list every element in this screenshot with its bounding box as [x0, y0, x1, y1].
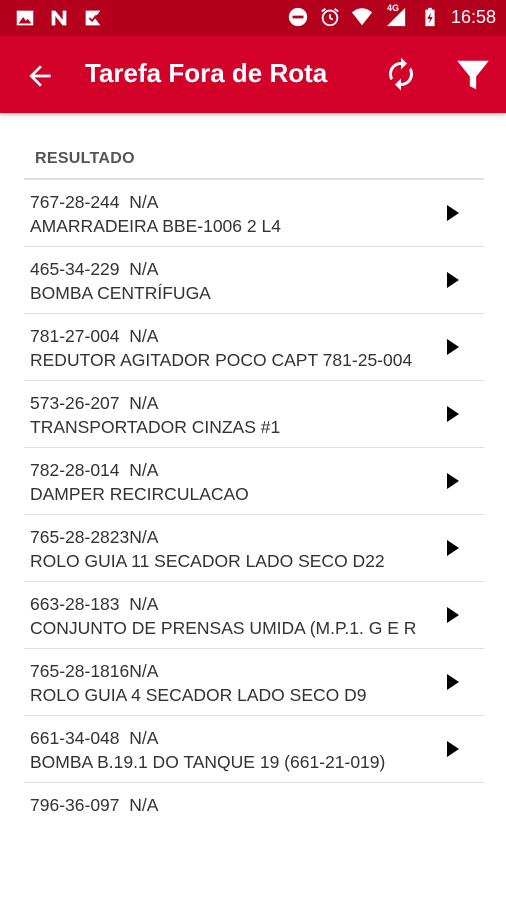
item-code: 782-28-014 N/A: [30, 460, 159, 480]
play-arrow-icon[interactable]: [446, 606, 460, 624]
list-item[interactable]: 765-28-2823N/A ROLO GUIA 11 SECADOR LADO…: [24, 515, 484, 582]
item-code: 573-26-207 N/A: [30, 393, 159, 413]
app-bar: Tarefa Fora de Rota: [0, 36, 506, 113]
item-description: ROLO GUIA 4 SECADOR LADO SECO D9: [30, 685, 367, 705]
wifi-icon: [351, 8, 373, 26]
item-description: AMARRADEIRA BBE-1006 2 L4: [30, 216, 281, 236]
cell-signal: 4G: [383, 3, 409, 28]
play-arrow-icon[interactable]: [446, 204, 460, 222]
clock-time: 16:58: [450, 6, 496, 27]
item-code: 796-36-097 N/A: [30, 795, 159, 815]
play-arrow-icon[interactable]: [446, 338, 460, 356]
cell-signal-icon: [386, 7, 406, 27]
play-arrow-icon[interactable]: [446, 271, 460, 289]
item-code: 765-28-2823N/A: [30, 527, 159, 547]
image-notification-icon: [16, 10, 34, 26]
play-arrow-icon[interactable]: [446, 673, 460, 691]
list-item[interactable]: 781-27-004 N/A REDUTOR AGITADOR POCO CAP…: [24, 314, 484, 381]
item-code: 767-28-244 N/A: [30, 192, 159, 212]
item-description: TRANSPORTADOR CINZAS #1: [30, 417, 281, 437]
filter-icon[interactable]: [453, 56, 493, 94]
item-code: 765-28-1816N/A: [30, 661, 159, 681]
item-description: BOMBA CENTRÍFUGA: [30, 283, 211, 303]
list-item[interactable]: 767-28-244 N/A AMARRADEIRA BBE-1006 2 L4: [24, 180, 484, 247]
list-item[interactable]: 663-28-183 N/A CONJUNTO DE PRENSAS UMIDA…: [24, 582, 484, 649]
list-item[interactable]: 765-28-1816N/A ROLO GUIA 4 SECADOR LADO …: [24, 649, 484, 716]
item-description: BOMBA B.19.1 DO TANQUE 19 (661-21-019): [30, 752, 386, 772]
item-code: 663-28-183 N/A: [30, 594, 159, 614]
item-description: ROLO GUIA 11 SECADOR LADO SECO D22: [30, 551, 385, 571]
item-description: DAMPER RECIRCULACAO: [30, 484, 249, 504]
item-code: 781-27-004 N/A: [30, 326, 159, 346]
task-notification-icon: [85, 10, 101, 26]
item-description: CONJUNTO DE PRENSAS UMIDA (M.P.1. G E R: [30, 618, 417, 638]
item-code: 661-34-048 N/A: [30, 728, 159, 748]
list-item[interactable]: 465-34-229 N/A BOMBA CENTRÍFUGA: [24, 247, 484, 314]
result-list: 767-28-244 N/A AMARRADEIRA BBE-1006 2 L4…: [24, 178, 484, 825]
item-description: REDUTOR AGITADOR POCO CAPT 781-25-004: [30, 350, 413, 370]
refresh-icon[interactable]: [383, 56, 419, 92]
item-code: 465-34-229 N/A: [30, 259, 159, 279]
battery-charging-icon: [425, 7, 435, 27]
list-item[interactable]: 782-28-014 N/A DAMPER RECIRCULACAO: [24, 448, 484, 515]
alarm-icon: [321, 8, 339, 27]
play-arrow-icon[interactable]: [446, 472, 460, 490]
play-arrow-icon[interactable]: [446, 405, 460, 423]
n-notification-icon: [51, 10, 67, 26]
status-bar: 4G 16:58: [0, 0, 506, 36]
list-item[interactable]: 661-34-048 N/A BOMBA B.19.1 DO TANQUE 19…: [24, 716, 484, 783]
page-title: Tarefa Fora de Rota: [85, 58, 328, 88]
section-title: RESULTADO: [35, 150, 135, 167]
play-arrow-icon[interactable]: [446, 740, 460, 758]
list-item[interactable]: 573-26-207 N/A TRANSPORTADOR CINZAS #1: [24, 381, 484, 448]
back-arrow-icon[interactable]: [24, 60, 56, 92]
do-not-disturb-icon: [288, 7, 308, 27]
play-arrow-icon[interactable]: [446, 539, 460, 557]
list-item[interactable]: 796-36-097 N/A: [24, 783, 484, 825]
